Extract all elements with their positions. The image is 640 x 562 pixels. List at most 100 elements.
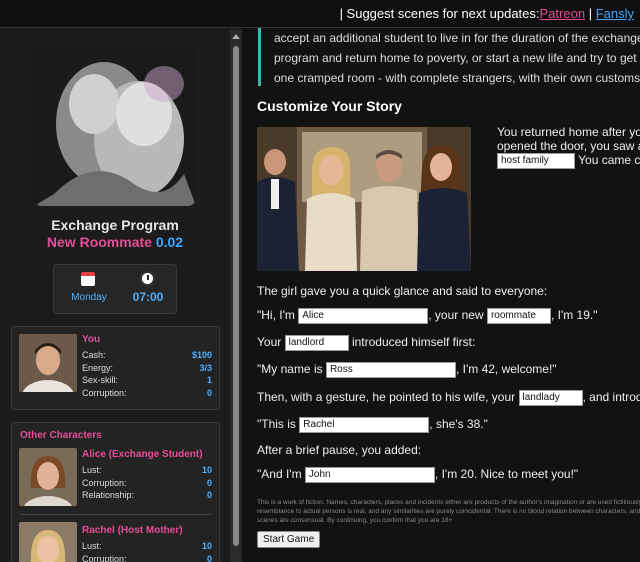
landlady-name-input[interactable]: Rachel (299, 416, 430, 433)
date-time-panel: Monday 07:00 (53, 264, 177, 314)
landlady-input[interactable]: landlady (518, 389, 583, 406)
rachel-portrait (19, 522, 77, 562)
stat-label: Relationship: (82, 490, 135, 500)
landlord-name-input[interactable]: Ross (325, 361, 456, 378)
scroll-up-arrow-icon[interactable] (232, 34, 240, 39)
stat-row: Relationship: 0 (82, 490, 212, 503)
intro-quote: accept an additional student to live in … (258, 28, 640, 86)
hi-suffix: , I'm 19." (550, 308, 598, 322)
landlady-name-line: "This is Rachel, she's 38." (257, 415, 488, 433)
stat-label: Corruption: (82, 387, 127, 398)
myname-suffix: , I'm 42, welcome!" (455, 362, 557, 376)
player-portrait (19, 334, 77, 392)
host-family-image (257, 127, 471, 271)
other-characters-card: Other Characters Alice (Exchange Student… (11, 422, 220, 562)
glance-line: The girl gave you a quick glance and sai… (257, 284, 548, 298)
this-suffix: , she's 38." (429, 417, 488, 431)
stat-value: 0 (206, 553, 212, 562)
stat-row: Corruption: 0 (82, 554, 212, 562)
patreon-link[interactable]: Patreon (540, 6, 586, 21)
this-prefix: "This is (257, 417, 296, 431)
your-suffix: introduced himself first: (351, 335, 476, 349)
clock-icon (140, 271, 155, 286)
game-version: 0.02 (155, 234, 184, 250)
top-bar: | Suggest scenes for next updates:Patreo… (0, 0, 640, 28)
landlord-input[interactable]: landlord (284, 334, 349, 351)
player-stats: Cash: $100 Energy: 3/3 Sex-skill: 1 Corrupt… (82, 350, 212, 400)
stat-row: Cash: $100 (82, 350, 212, 363)
stat-label: Corruption: (82, 553, 127, 562)
roommate-input[interactable]: roommate (486, 307, 551, 324)
stat-value: 0 (206, 490, 212, 500)
andim-suffix: , I'm 20. Nice to meet you!" (434, 467, 579, 481)
fansly-link[interactable]: Fansly (596, 6, 634, 21)
start-game-button[interactable]: Start Game (257, 531, 321, 548)
current-time: 07:00 (132, 290, 164, 304)
stat-row: Corruption: 0 (82, 478, 212, 491)
intro-line: program and return home to poverty, or s… (274, 51, 640, 65)
game-title: Exchange Program (51, 217, 179, 233)
stat-value: 0 (206, 477, 212, 488)
stat-label: Lust: (82, 465, 102, 475)
stat-row: Corruption: 0 (82, 388, 212, 401)
then-prefix: Then, with a gesture, he pointed to his … (257, 390, 516, 404)
rachel-stats: Lust: 10 Corruption: 0 (82, 541, 212, 562)
stat-label: Corruption: (82, 477, 127, 488)
player-name: You (82, 334, 101, 345)
stat-value: $100 (191, 350, 212, 360)
alice-avatar (19, 448, 77, 506)
myname-prefix: "My name is (257, 362, 323, 376)
intro-line: accept an additional student to live in … (274, 31, 640, 45)
stat-label: Sex-skill: (82, 375, 119, 385)
game-subtitle-name: New Roommate (46, 234, 152, 250)
introduction-line: "Hi, I'm Alice, your new roommate, I'm 1… (257, 306, 598, 324)
then-suffix: , and introdu (582, 390, 640, 404)
link-separator: | (588, 6, 593, 21)
side-line: You returned home after yo (497, 125, 640, 139)
pause-line: After a brief pause, you added: (257, 443, 422, 457)
suggest-scenes-text: | Suggest scenes for next updates:Patreo… (340, 6, 634, 21)
intro-line: one cramped room - with complete strange… (274, 71, 640, 85)
story-side-text: You returned home after yo opened the do… (497, 125, 640, 169)
current-day: Monday (71, 292, 107, 303)
sidebar-scrollbar[interactable] (230, 30, 242, 562)
landlady-line: Then, with a gesture, he pointed to his … (257, 388, 640, 406)
stat-value: 10 (201, 465, 212, 475)
stat-row: Lust: 10 (82, 465, 212, 478)
player-name-line: "And I'm John, I'm 20. Nice to meet you!… (257, 465, 578, 483)
side-line-suffix: You came c (578, 153, 640, 168)
host-family-illustration (257, 127, 471, 271)
rachel-name: Rachel (Host Mother) (82, 525, 183, 536)
calendar-icon (81, 272, 95, 286)
your-prefix: Your (257, 335, 282, 349)
hi-mid: , your new (428, 308, 484, 322)
stat-label: Cash: (82, 350, 106, 360)
stat-row: Sex-skill: 1 (82, 375, 212, 388)
alice-stats: Lust: 10 Corruption: 0 Relationship: 0 (82, 465, 212, 503)
other-characters-title: Other Characters (20, 430, 102, 441)
player-name-input[interactable]: John (304, 466, 435, 483)
side-line: opened the door, you saw a (497, 139, 640, 153)
game-cover-image (34, 44, 196, 206)
sidebar: Exchange Program New Roommate 0.02 Monda… (0, 28, 242, 562)
scrollbar-thumb[interactable] (233, 46, 239, 546)
stat-row: Energy: 3/3 (82, 363, 212, 376)
alice-name: Alice (Exchange Student) (82, 449, 203, 460)
stat-label: Energy: (82, 362, 114, 373)
suggest-prefix: | Suggest scenes for next updates: (339, 6, 540, 21)
story-main: accept an additional student to live in … (242, 28, 640, 562)
side-line: host family You came c (497, 153, 640, 169)
stat-value: 10 (201, 541, 212, 551)
game-subtitle: New Roommate 0.02 (0, 234, 230, 250)
customize-heading: Customize Your Story (257, 98, 402, 114)
andim-prefix: "And I'm (257, 467, 302, 481)
character-divider (20, 514, 211, 515)
alice-portrait (19, 448, 77, 506)
stat-value: 0 (206, 387, 212, 398)
stat-label: Lust: (82, 541, 102, 551)
stat-row: Lust: 10 (82, 541, 212, 554)
host-family-input[interactable]: host family (497, 153, 575, 169)
girl-name-input[interactable]: Alice (298, 307, 429, 324)
hi-prefix: "Hi, I'm (257, 308, 295, 322)
stat-value: 1 (206, 375, 212, 385)
